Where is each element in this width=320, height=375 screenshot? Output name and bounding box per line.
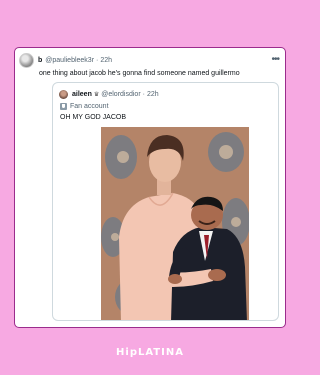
fan-account-text: Fan account: [70, 103, 109, 110]
fan-account-label: Fan account: [60, 102, 109, 111]
crown-badge-icon: ♛: [93, 91, 100, 98]
hiplatina-logo: HipLATINA: [116, 347, 184, 358]
shield-icon: [60, 103, 67, 110]
tweet-card[interactable]: b @pauliebleek3r · 22h ••• one thing abo…: [14, 47, 286, 328]
quote-user-handle[interactable]: @elordisdior: [101, 91, 140, 98]
post-header: b @pauliebleek3r · 22h •••: [19, 52, 280, 68]
quote-timestamp[interactable]: 22h: [147, 91, 159, 98]
avatar[interactable]: [19, 52, 34, 68]
photo-illustration: [101, 127, 249, 320]
display-name[interactable]: b: [38, 57, 42, 64]
separator: ·: [96, 56, 99, 64]
quote-avatar[interactable]: [59, 89, 68, 99]
quoted-tweet[interactable]: aileen ♛ @elordisdior · 22h Fan account …: [52, 82, 279, 321]
quote-display-name[interactable]: aileen: [72, 91, 92, 98]
more-horizontal-icon[interactable]: •••: [271, 55, 279, 65]
user-handle[interactable]: @pauliebleek3r: [45, 57, 94, 64]
quote-photo[interactable]: [101, 127, 249, 320]
post-text: one thing about jacob he's gonna find so…: [39, 70, 240, 77]
timestamp[interactable]: 22h: [100, 57, 112, 64]
quote-header: aileen ♛ @elordisdior · 22h: [59, 89, 272, 99]
quote-separator: ·: [142, 90, 145, 98]
quote-text: OH MY GOD JACOB: [60, 114, 126, 121]
